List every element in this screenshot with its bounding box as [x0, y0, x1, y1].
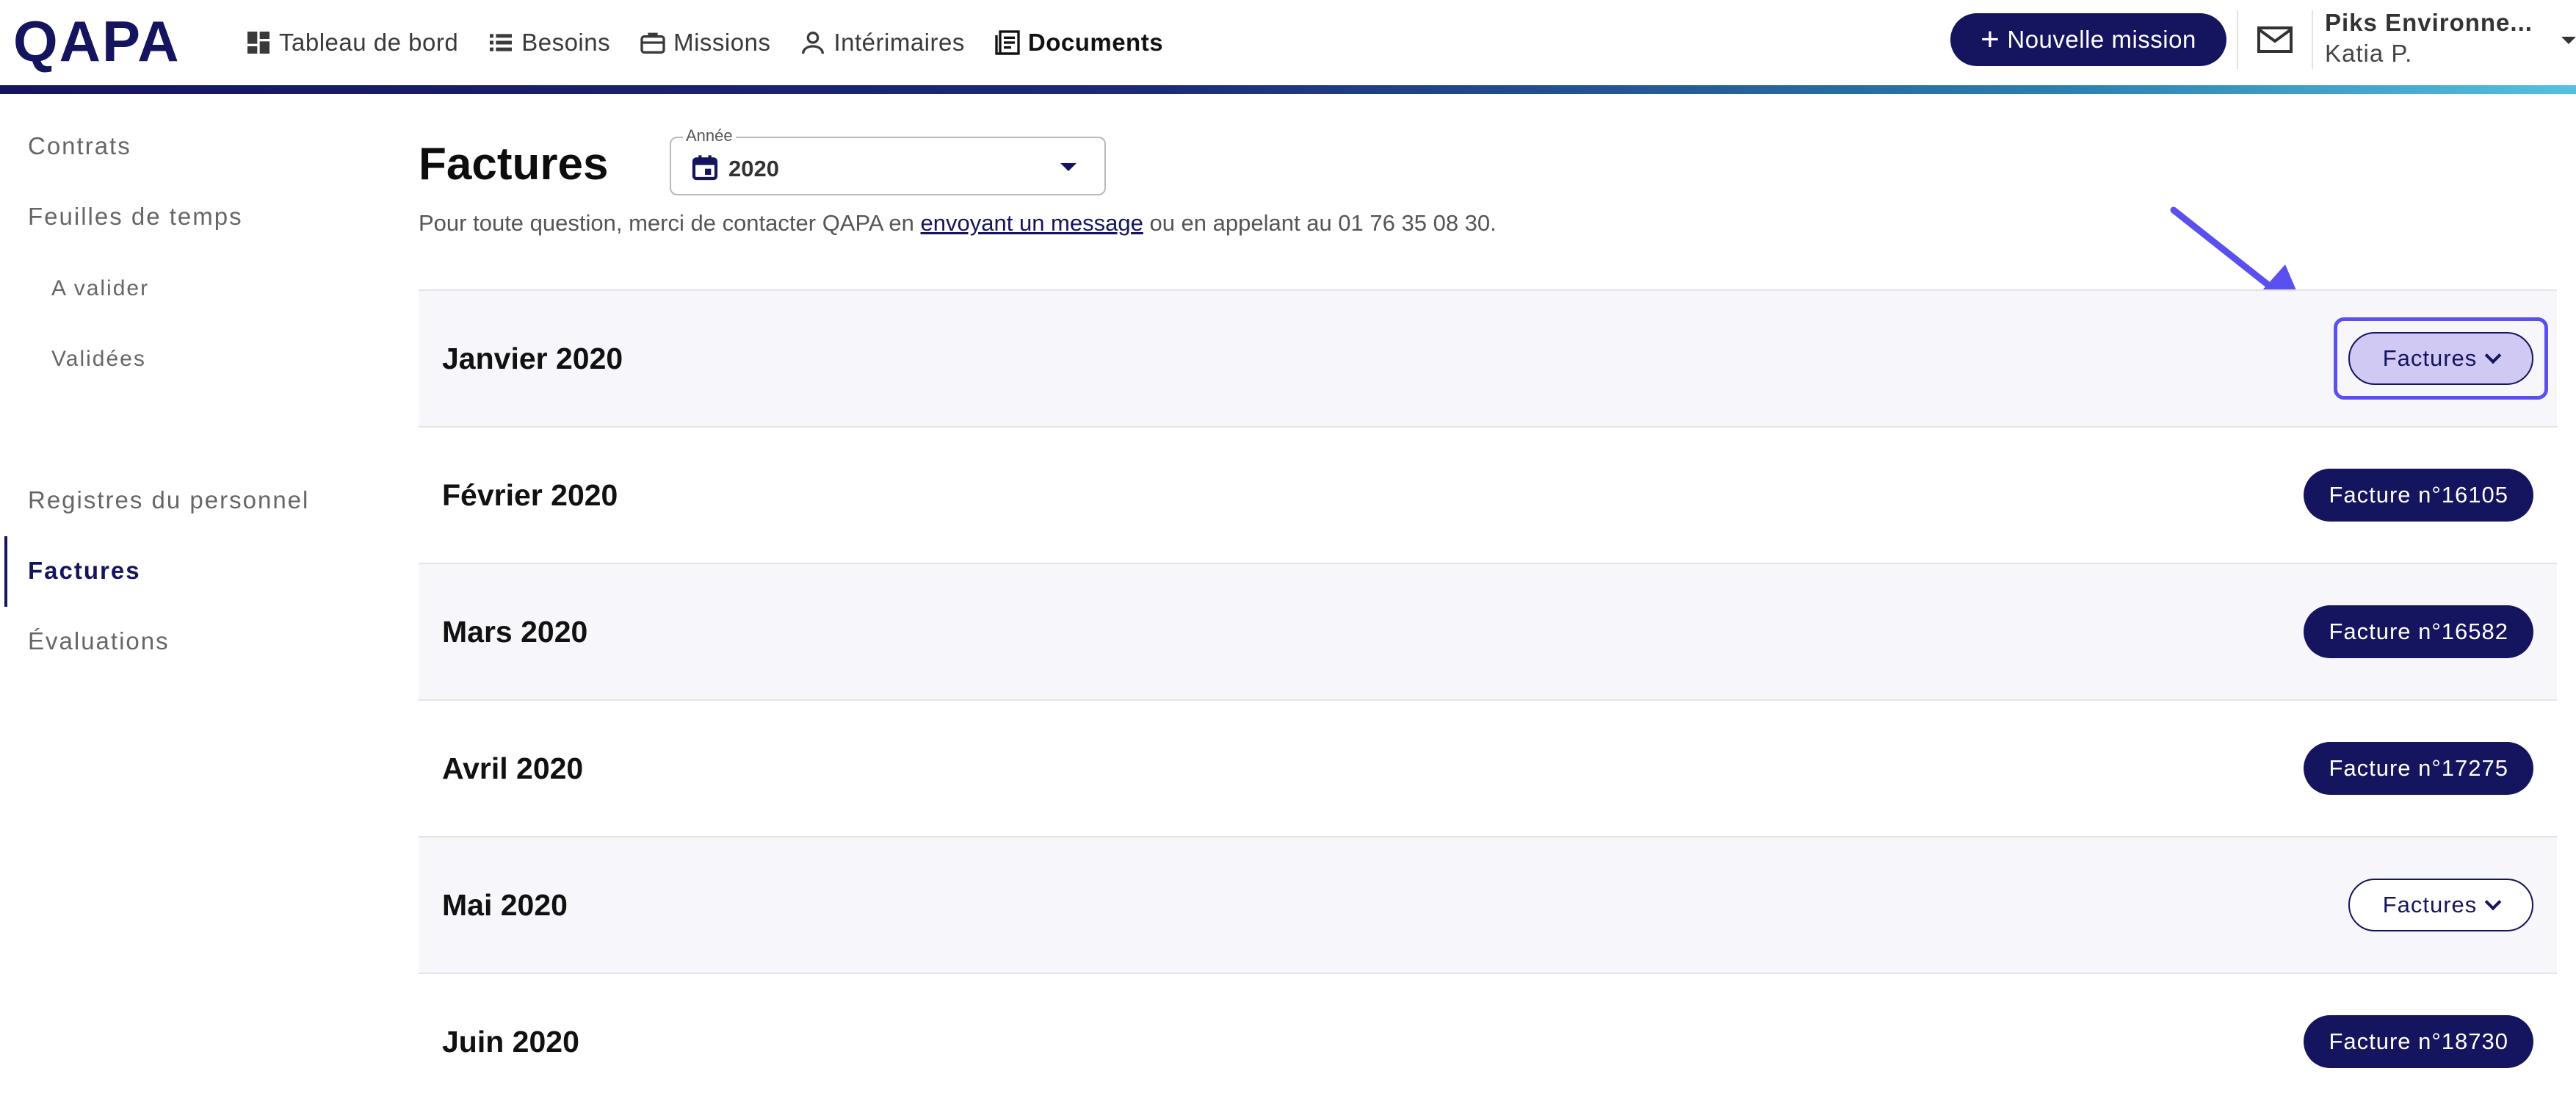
new-mission-label: Nouvelle mission [2007, 26, 2196, 53]
divider [2312, 10, 2313, 69]
table-row: Mai 2020 Factures [419, 836, 2557, 973]
dashboard-icon [247, 32, 269, 54]
invoices-table: Janvier 2020 Factures Février 2020 Factu… [419, 289, 2557, 1096]
qapa-logo[interactable]: QAPA [13, 12, 181, 71]
table-row: Février 2020 Facture n°16105 [419, 426, 2557, 563]
sidebar-item-evaluations[interactable]: Évaluations [28, 627, 170, 655]
contact-info: Pour toute question, merci de contacter … [419, 210, 1497, 237]
factures-dropdown-button[interactable]: Factures [2348, 879, 2533, 931]
month-label: Janvier 2020 [442, 341, 623, 375]
month-label: Avril 2020 [442, 751, 584, 785]
page-title: Factures [419, 139, 609, 190]
month-label: Mars 2020 [442, 614, 588, 649]
table-row: Janvier 2020 Factures [419, 289, 2557, 426]
factures-dropdown-button[interactable]: Factures [2348, 332, 2533, 385]
invoice-button[interactable]: Facture n°16582 [2304, 605, 2533, 658]
divider [2237, 10, 2238, 69]
info-text-after: ou en appelant au 01 76 35 08 30. [1143, 210, 1497, 236]
top-navigation: QAPA Tableau de bord Besoins Missions In… [0, 0, 2576, 85]
chevron-down-icon [2561, 37, 2576, 44]
chevron-down-icon [2484, 893, 2502, 911]
nav-item-missions[interactable]: Missions [638, 28, 770, 57]
nav-label: Besoins [521, 29, 611, 56]
button-label: Factures [2382, 345, 2478, 371]
nav-label: Intérimaires [833, 29, 965, 56]
year-label: Année [683, 126, 736, 145]
nav-item-besoins[interactable]: Besoins [486, 28, 610, 57]
plus-icon: + [1980, 21, 2000, 57]
invoice-button[interactable]: Facture n°18730 [2304, 1015, 2533, 1068]
sidebar-item-a-valider[interactable]: A valider [51, 276, 149, 301]
sidebar-item-factures[interactable]: Factures [28, 557, 141, 585]
sidebar-item-feuilles-de-temps[interactable]: Feuilles de temps [28, 203, 243, 231]
active-indicator [4, 536, 7, 607]
invoice-button[interactable]: Facture n°16105 [2304, 469, 2533, 522]
sidebar-item-contrats[interactable]: Contrats [28, 132, 131, 160]
mail-icon[interactable] [2256, 22, 2294, 57]
chevron-down-icon [2484, 347, 2502, 364]
month-label: Mai 2020 [442, 887, 568, 922]
year-value: 2020 [728, 156, 779, 181]
user-name: Katia P. [2325, 40, 2413, 67]
month-label: Juin 2020 [442, 1024, 579, 1059]
sidebar-item-validees[interactable]: Validées [51, 347, 146, 372]
main-nav: Tableau de bord Besoins Missions Intérim… [244, 25, 1191, 60]
month-label: Février 2020 [442, 477, 618, 512]
send-message-link[interactable]: envoyant un message [921, 210, 1143, 236]
person-icon [802, 32, 825, 54]
list-icon [490, 34, 513, 51]
button-label: Factures [2382, 892, 2478, 917]
nav-item-tableau-de-bord[interactable]: Tableau de bord [244, 28, 458, 57]
documents-icon [995, 30, 1020, 55]
table-row: Juin 2020 Facture n°18730 [419, 973, 2557, 1096]
sidebar: Contrats Feuilles de temps A valider Val… [0, 94, 382, 1096]
info-text-before: Pour toute question, merci de contacter … [419, 210, 921, 236]
new-mission-button[interactable]: + Nouvelle mission [1950, 13, 2226, 66]
account-menu[interactable]: Piks Environne... Katia P. [2325, 9, 2576, 68]
sidebar-item-registres[interactable]: Registres du personnel [28, 486, 309, 514]
nav-label: Tableau de bord [279, 29, 459, 56]
year-select[interactable]: Année 2020 [670, 126, 1106, 195]
company-name: Piks Environne... [2325, 9, 2533, 36]
briefcase-icon [640, 32, 665, 54]
calendar-icon [692, 155, 718, 181]
nav-item-documents[interactable]: Documents [993, 28, 1163, 57]
nav-label: Documents [1027, 29, 1164, 56]
nav-item-interimaires[interactable]: Intérimaires [798, 28, 964, 57]
nav-label: Missions [673, 29, 771, 56]
chevron-down-icon [1060, 163, 1077, 171]
table-row: Avril 2020 Facture n°17275 [419, 699, 2557, 836]
invoice-button[interactable]: Facture n°17275 [2304, 742, 2533, 795]
header-gradient-line [0, 85, 2576, 94]
table-row: Mars 2020 Facture n°16582 [419, 563, 2557, 699]
